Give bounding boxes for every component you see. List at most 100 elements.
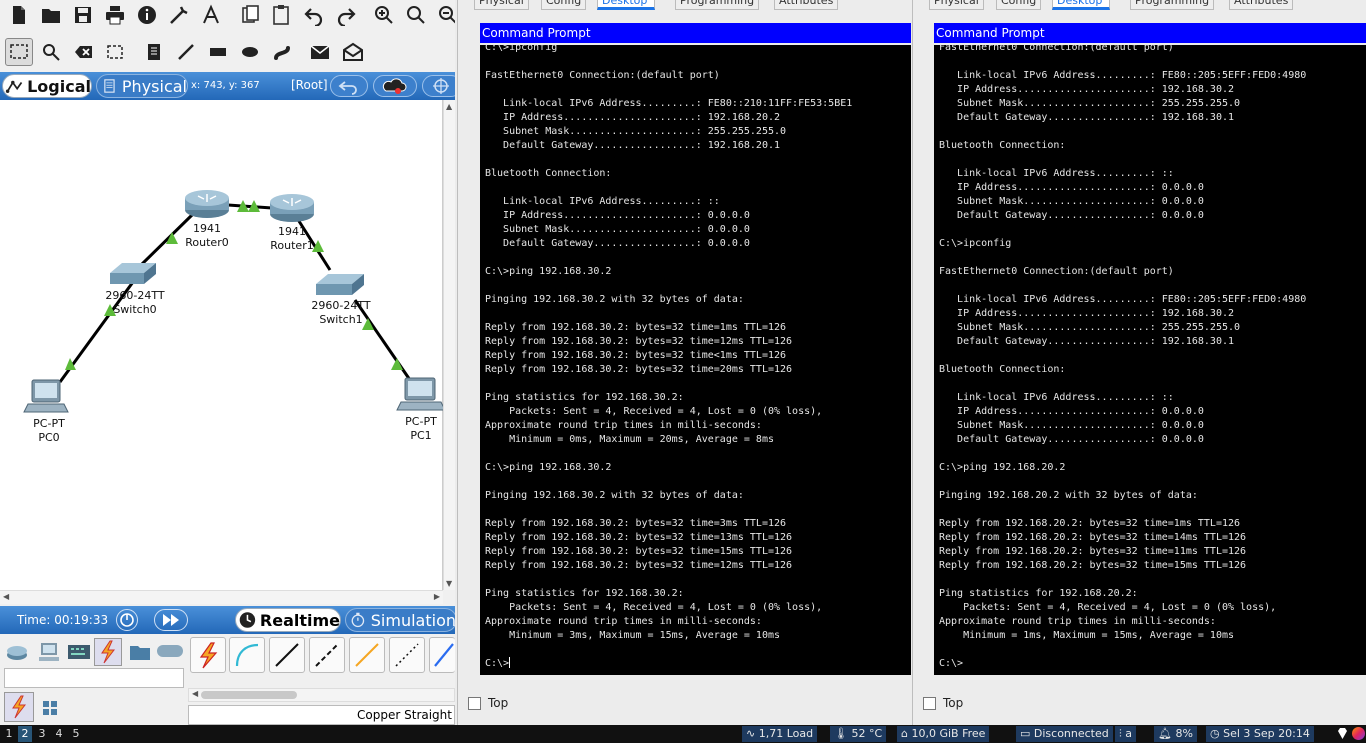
draw-rectangle-icon[interactable] (204, 38, 232, 66)
draw-ellipse-icon[interactable] (236, 38, 264, 66)
canvas-horizontal-scrollbar[interactable]: ◀ ▶ (0, 590, 443, 604)
undo-icon[interactable] (301, 2, 327, 28)
resize-shape-icon[interactable] (101, 38, 129, 66)
scroll-down-arrow-icon[interactable]: ▼ (446, 579, 452, 588)
note-icon[interactable] (140, 38, 168, 66)
workspace-4[interactable]: 4 (52, 726, 66, 742)
pc0-top-checkbox-box[interactable] (468, 696, 481, 710)
load-indicator: ∿ 1,71 Load (742, 726, 818, 742)
copy-icon[interactable] (237, 2, 263, 28)
pc0-tab-programming[interactable]: Programming (675, 0, 760, 10)
pc0-top-checkbox[interactable]: Top (468, 696, 508, 710)
add-complex-pdu-icon[interactable] (339, 38, 367, 66)
copper-straight-button[interactable] (269, 637, 305, 673)
pc1-terminal-output: FastEthernet0 Connection:(default port) … (939, 45, 1307, 669)
physical-view-icon (104, 79, 115, 93)
pc0-icon[interactable] (23, 379, 69, 413)
workspace-2[interactable]: 2 (18, 726, 32, 742)
tab-physical[interactable]: Physical (96, 74, 188, 98)
zoom-out-icon[interactable] (435, 2, 455, 28)
info-icon[interactable] (134, 2, 160, 28)
switch0-model: 2960-24TT (105, 289, 165, 302)
scroll-right-arrow-icon[interactable]: ▶ (434, 592, 440, 601)
multiuser-category-icon[interactable] (156, 638, 184, 666)
diamond-tray-icon[interactable] (1336, 727, 1349, 740)
freeform-icon[interactable] (268, 38, 296, 66)
pc0-tab-attributes[interactable]: Attributes (774, 0, 839, 10)
volume-indicator[interactable]: 🔔︎ 8% (1154, 726, 1197, 742)
simulation-mode-button[interactable]: Simulation (345, 608, 455, 632)
miscellaneous-category-icon[interactable] (126, 638, 154, 666)
workspace-3[interactable]: 3 (35, 726, 49, 742)
power-cycle-button[interactable] (116, 609, 138, 631)
copper-crossover-button[interactable] (309, 637, 345, 673)
coaxial-cable-button[interactable] (429, 637, 455, 673)
viewport-button[interactable] (422, 75, 455, 97)
device-list-scrollbar[interactable]: ◀ (188, 688, 455, 702)
new-cluster-button[interactable] (373, 75, 417, 97)
draw-line-icon[interactable] (172, 38, 200, 66)
switch1-icon[interactable] (316, 274, 364, 295)
pc1-tab-physical[interactable]: Physical (929, 0, 984, 10)
select-tool-icon[interactable] (5, 38, 33, 66)
pc1-tab-programming[interactable]: Programming (1130, 0, 1215, 10)
pc0-tab-physical[interactable]: Physical (474, 0, 529, 10)
phone-cable-button[interactable] (389, 637, 425, 673)
inspect-icon[interactable] (37, 38, 65, 66)
time-bar: Time: 00:19:33 Realtime Simulation (0, 606, 455, 634)
fast-forward-button[interactable] (154, 609, 188, 631)
pc1-tab-config[interactable]: Config (996, 0, 1042, 10)
automatic-connection-button[interactable] (190, 637, 226, 673)
components-category-icon[interactable] (65, 638, 93, 666)
delete-icon[interactable] (70, 38, 98, 66)
redo-icon[interactable] (333, 2, 359, 28)
pc0-tab-config[interactable]: Config (541, 0, 587, 10)
switch0-icon[interactable] (110, 263, 156, 284)
zoom-in-icon[interactable] (371, 2, 397, 28)
console-cable-button[interactable] (229, 637, 265, 673)
save-icon[interactable] (70, 2, 96, 28)
temperature-indicator: 🌡︎ 52 °C (830, 726, 887, 742)
pc0-tab-desktop[interactable]: Desktop (597, 0, 655, 10)
grid-view-icon[interactable] (36, 694, 64, 722)
activity-wizard-icon[interactable] (198, 2, 224, 28)
logical-workspace-canvas[interactable]: 1941 Router0 1941 Router1 2960-24TT Switch0… (0, 100, 443, 590)
scroll-up-arrow-icon[interactable]: ▲ (446, 102, 452, 111)
pc0-terminal[interactable]: C:\>ipconfig FastEthernet0 Connection:(d… (480, 45, 911, 675)
new-file-icon[interactable] (6, 2, 32, 28)
connections-category-icon[interactable] (94, 638, 122, 666)
open-folder-icon[interactable] (38, 2, 64, 28)
connections-subtype-icon[interactable] (4, 692, 34, 722)
pc1-tab-desktop[interactable]: Desktop (1052, 0, 1110, 10)
device-search-input[interactable] (4, 668, 184, 688)
root-breadcrumb[interactable]: [Root] (291, 78, 328, 92)
tab-logical[interactable]: Logical (2, 74, 92, 98)
scroll-left-arrow-icon[interactable]: ◀ (3, 592, 9, 601)
workspace-1[interactable]: 1 (2, 726, 16, 742)
pc1-top-checkbox[interactable]: Top (923, 696, 963, 710)
router0-name: Router0 (185, 236, 229, 249)
pc1-terminal[interactable]: FastEthernet0 Connection:(default port) … (934, 45, 1366, 675)
pc1-icon[interactable] (396, 377, 443, 411)
device-scroll-thumb[interactable] (201, 691, 297, 699)
firefox-tray-icon[interactable] (1352, 727, 1365, 740)
zoom-reset-icon[interactable] (403, 2, 429, 28)
add-simple-pdu-icon[interactable] (307, 38, 335, 66)
canvas-vertical-scrollbar[interactable]: ▲ ▼ (443, 100, 455, 590)
device-scroll-left-icon[interactable]: ◀ (192, 689, 198, 698)
pc1-tab-attributes[interactable]: Attributes (1229, 0, 1294, 10)
router1-icon[interactable] (270, 194, 314, 222)
realtime-mode-button[interactable]: Realtime (235, 608, 341, 632)
end-devices-category-icon[interactable] (35, 638, 63, 666)
workspace-5[interactable]: 5 (69, 726, 83, 742)
back-button[interactable] (330, 75, 368, 97)
fiber-cable-button[interactable] (349, 637, 385, 673)
pc1-top-checkbox-box[interactable] (923, 696, 936, 710)
network-devices-category-icon[interactable] (3, 638, 31, 666)
router0-icon[interactable] (185, 190, 229, 218)
print-icon[interactable] (102, 2, 128, 28)
network-value: Disconnected (1033, 727, 1109, 740)
network-wizard-icon[interactable] (166, 2, 192, 28)
link-router0-router1[interactable] (227, 203, 273, 210)
paste-icon[interactable] (268, 2, 294, 28)
